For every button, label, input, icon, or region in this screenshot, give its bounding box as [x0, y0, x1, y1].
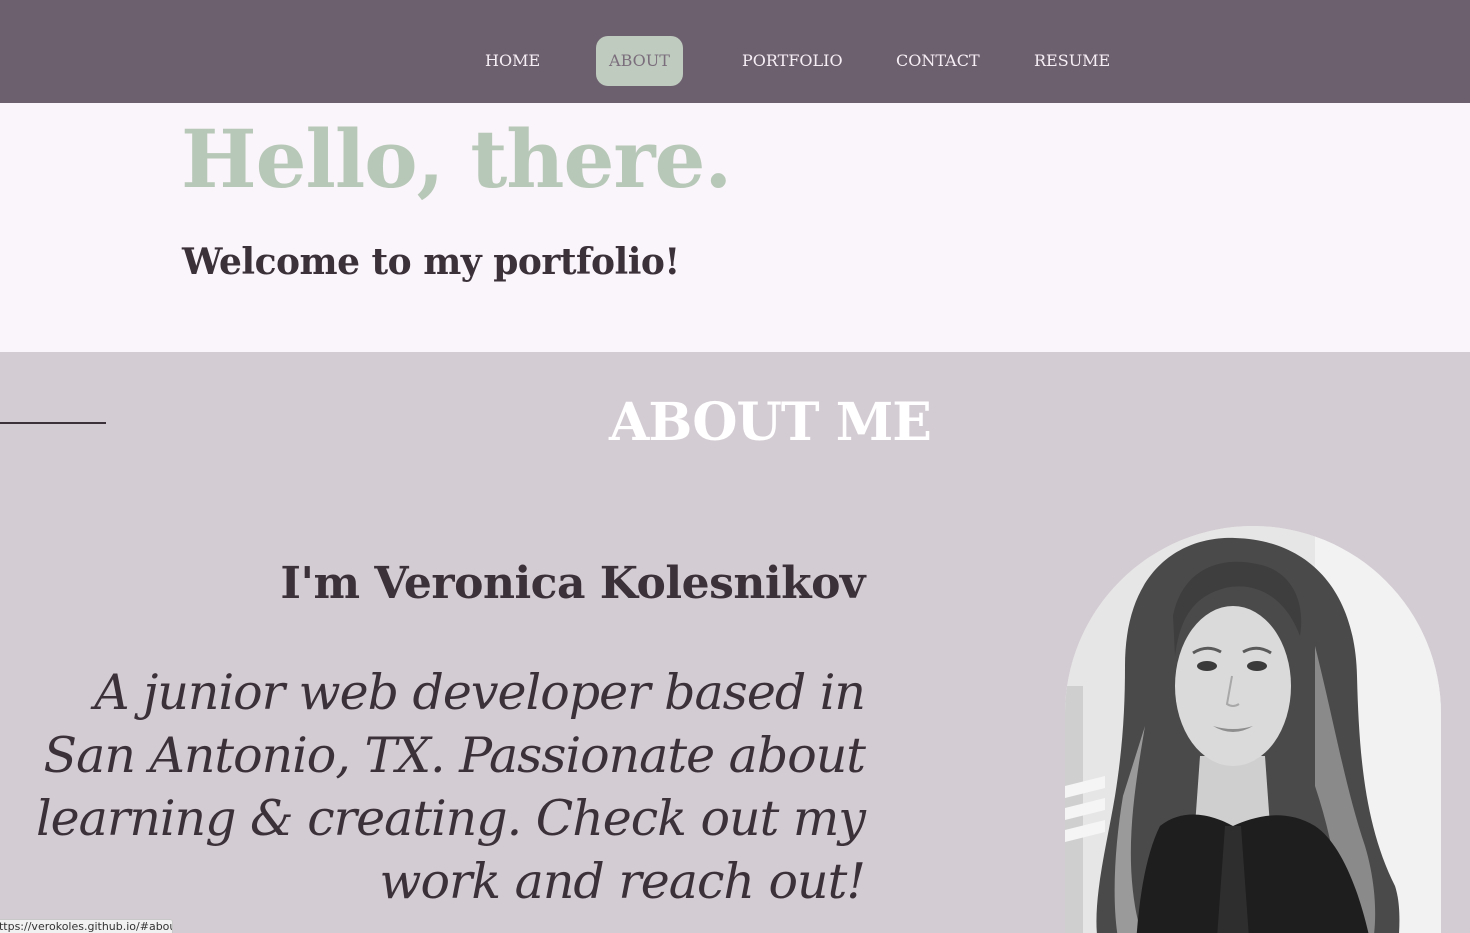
hero-subtitle: Welcome to my portfolio!	[182, 241, 680, 283]
hero-section: Hello, there. Welcome to my portfolio!	[0, 103, 1470, 352]
nav-portfolio-link[interactable]: PORTFOLIO	[742, 36, 843, 86]
intro-name: I'm Veronica Kolesnikov	[280, 558, 865, 609]
top-navbar: HOME ABOUT PORTFOLIO CONTACT RESUME	[0, 0, 1470, 103]
about-section: ABOUT ME I'm Veronica Kolesnikov A junio…	[0, 352, 1470, 933]
nav-resume-link[interactable]: RESUME	[1034, 36, 1110, 86]
nav-about-link[interactable]: ABOUT	[596, 36, 683, 86]
nav-home-link[interactable]: HOME	[485, 36, 540, 86]
portrait-photo	[1065, 526, 1441, 933]
about-heading: ABOUT ME	[609, 392, 932, 453]
section-divider-line	[0, 422, 106, 424]
browser-status-url: https://verokoles.github.io/#about	[0, 919, 173, 933]
intro-bio: A junior web developer based in San Anto…	[36, 664, 866, 910]
page: HOME ABOUT PORTFOLIO CONTACT RESUME Hell…	[0, 0, 1470, 933]
hero-title: Hello, there.	[181, 112, 732, 206]
nav-contact-link[interactable]: CONTACT	[896, 36, 980, 86]
